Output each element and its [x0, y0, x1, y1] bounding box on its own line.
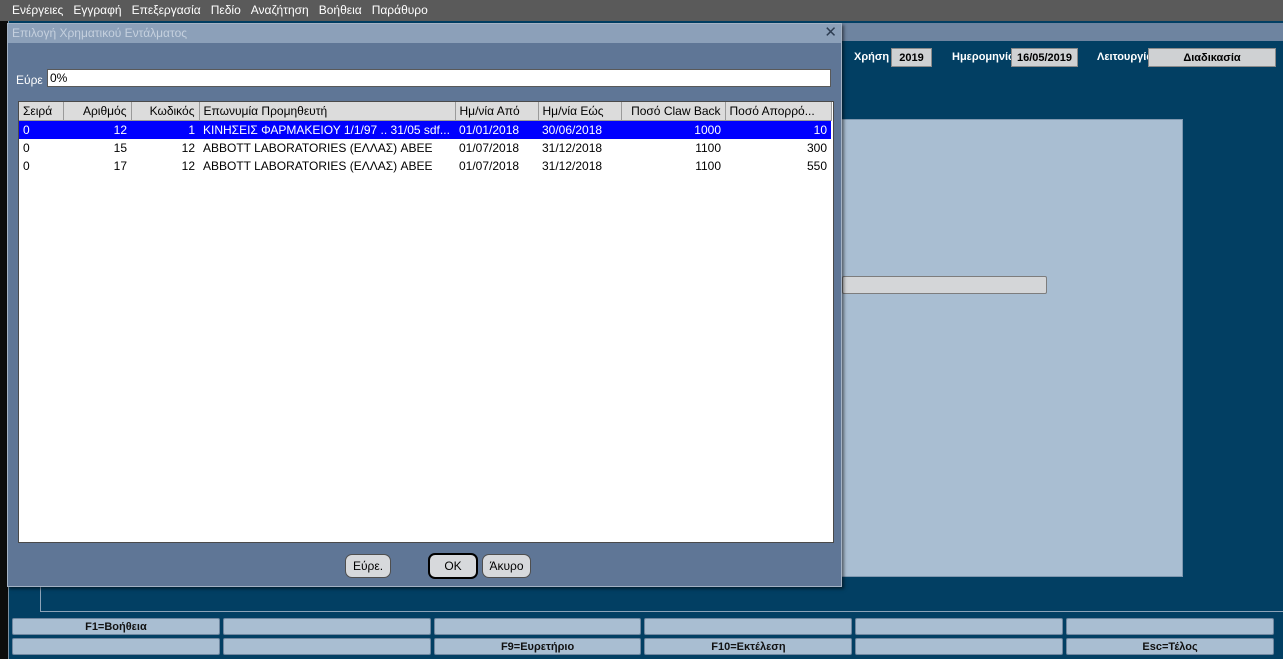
cell-seira: 0 [19, 120, 63, 139]
cell-clawback: 1100 [695, 159, 721, 173]
find-label: Εύρε [16, 73, 43, 87]
function-key-bar: F1=Βοήθεια F9=Ευρετήριο F10=Εκτέλεση Esc… [12, 618, 1274, 658]
fkey-esc-end[interactable]: Esc=Τέλος [1066, 638, 1274, 655]
cell-kodikos: 1 [131, 120, 199, 139]
cell-aporr: 550 [806, 159, 827, 173]
fkey-empty[interactable] [855, 618, 1064, 635]
ok-button[interactable]: OK [428, 553, 478, 579]
year-field[interactable]: 2019 [891, 48, 932, 67]
cell-seira: 0 [23, 159, 30, 173]
cell-arithmos: 15 [113, 141, 127, 155]
results-grid[interactable]: Σειρά Αριθμός Κωδικός Επωνυμία Προμηθευτ… [18, 101, 834, 543]
cell-eponymia: ABBOTT LABORATORIES (ΕΛΛΑΣ) ΑΒΕΕ [203, 141, 433, 155]
cell-date-from: 01/07/2018 [459, 159, 520, 173]
fkey-empty[interactable] [433, 618, 642, 635]
date-field[interactable]: 16/05/2019 [1011, 48, 1078, 67]
menu-parathyro[interactable]: Παράθυρο [367, 0, 433, 21]
cell-arithmos: 12 [63, 120, 131, 139]
column-header[interactable]: Σειρά [19, 102, 64, 121]
cell-kodikos: 12 [181, 141, 195, 155]
fkey-empty[interactable] [855, 638, 1064, 655]
cell-aporr: 10 [725, 120, 831, 139]
column-header[interactable]: Ποσό Απορρό... [725, 102, 832, 121]
function-field[interactable]: Διαδικασία [1148, 48, 1276, 67]
cell-eponymia: ΚΙΝΗΣΕΙΣ ΦΑΡΜΑΚΕΙΟΥ 1/1/97 .. 31/05 sdf.… [199, 120, 455, 139]
cell-date-to: 30/06/2018 [538, 120, 621, 139]
column-header[interactable]: Ποσό Claw Back [621, 102, 726, 121]
form-text-field[interactable] [842, 276, 1047, 294]
cell-date-from: 01/07/2018 [459, 141, 520, 155]
menu-epexergasia[interactable]: Επεξεργασία [127, 0, 206, 21]
table-row[interactable]: 0 15 12 ABBOTT LABORATORIES (ΕΛΛΑΣ) ΑΒΕΕ… [19, 139, 831, 157]
find-button[interactable]: Εύρε. [345, 554, 391, 578]
menu-bar: Ενέργειες Εγγραφή Επεξεργασία Πεδίο Αναζ… [0, 0, 1283, 21]
table-row[interactable]: 0 12 1 ΚΙΝΗΣΕΙΣ ΦΑΡΜΑΚΕΙΟΥ 1/1/97 .. 31/… [19, 120, 831, 139]
fkey-empty[interactable] [12, 638, 220, 655]
divider [40, 611, 1283, 612]
cell-kodikos: 12 [181, 159, 195, 173]
menu-eggrafi[interactable]: Εγγραφή [68, 0, 126, 21]
column-header[interactable]: Ημ/νία Εώς [538, 102, 622, 121]
fkey-empty[interactable] [644, 618, 853, 635]
menu-energeies[interactable]: Ενέργειες [0, 0, 68, 21]
column-header[interactable]: Ημ/νία Από [455, 102, 539, 121]
menu-anazitisi[interactable]: Αναζήτηση [246, 0, 314, 21]
cell-aporr: 300 [806, 141, 827, 155]
menu-voitheia[interactable]: Βοήθεια [314, 0, 367, 21]
find-input[interactable] [47, 69, 831, 87]
fkey-f1-help[interactable]: F1=Βοήθεια [12, 618, 220, 635]
fkey-f9-index[interactable]: F9=Ευρετήριο [433, 638, 642, 655]
cell-date-from: 01/01/2018 [455, 120, 538, 139]
fkey-empty[interactable] [1066, 618, 1274, 635]
menu-pedio[interactable]: Πεδίο [206, 0, 246, 21]
cell-eponymia: ABBOTT LABORATORIES (ΕΛΛΑΣ) ΑΒΕΕ [203, 159, 433, 173]
cell-seira: 0 [23, 141, 30, 155]
dialog-title-bar[interactable]: Επιλογή Χρηματικού Εντάλματος [8, 24, 841, 43]
column-header[interactable]: Αριθμός [63, 102, 132, 121]
grid-header-row: Σειρά Αριθμός Κωδικός Επωνυμία Προμηθευτ… [19, 102, 832, 121]
cell-clawback: 1100 [695, 141, 721, 155]
function-label: Λειτουργία [1097, 51, 1154, 63]
year-label: Χρήση [854, 51, 890, 63]
close-icon[interactable]: ✕ [824, 24, 837, 42]
column-header[interactable]: Επωνυμία Προμηθευτή [199, 102, 456, 121]
cell-date-to: 31/12/2018 [542, 159, 603, 173]
select-warrant-dialog: Επιλογή Χρηματικού Εντάλματος ✕ Εύρε Σει… [7, 23, 842, 587]
cell-arithmos: 17 [113, 159, 127, 173]
cell-clawback: 1000 [621, 120, 725, 139]
fkey-f10-execute[interactable]: F10=Εκτέλεση [644, 638, 853, 655]
fkey-empty[interactable] [222, 638, 431, 655]
dialog-title: Επιλογή Χρηματικού Εντάλματος [12, 26, 188, 40]
date-label: Ημερομηνία [952, 51, 1015, 63]
table-row[interactable]: 0 17 12 ABBOTT LABORATORIES (ΕΛΛΑΣ) ΑΒΕΕ… [19, 157, 831, 175]
cancel-button[interactable]: Άκυρο [482, 554, 531, 578]
column-header[interactable]: Κωδικός [131, 102, 200, 121]
fkey-empty[interactable] [222, 618, 431, 635]
cell-date-to: 31/12/2018 [542, 141, 603, 155]
